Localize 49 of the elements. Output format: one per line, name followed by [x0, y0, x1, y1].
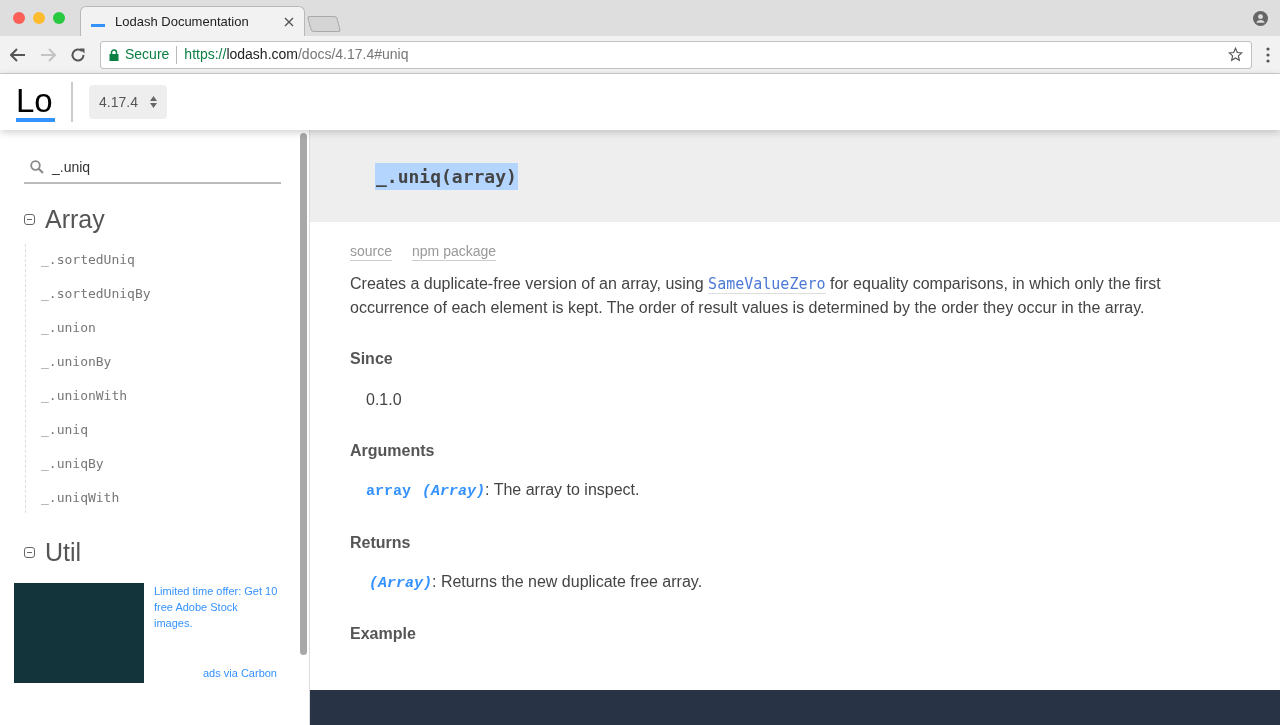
collapse-icon[interactable]: [24, 546, 35, 558]
version-select[interactable]: 4.17.4: [89, 85, 167, 119]
sidebar-link[interactable]: _.union: [41, 317, 295, 338]
section-heading: Returns: [350, 532, 412, 553]
back-icon[interactable]: [10, 47, 26, 62]
sidebar-link[interactable]: _.uniq: [41, 419, 295, 440]
sidebar-link[interactable]: _.unionWith: [41, 385, 295, 406]
star-icon[interactable]: [1228, 47, 1243, 62]
sidebar-link[interactable]: _.sortedUniq: [41, 249, 295, 270]
menu-icon[interactable]: [1266, 46, 1270, 63]
samevaluezero-link[interactable]: SameValueZero: [708, 275, 826, 294]
doc-link[interactable]: npm package: [412, 242, 497, 261]
sidebar-link[interactable]: _.sortedUniqBy: [41, 283, 295, 304]
url-text: https://lodash.com/docs/4.17.4#uniq: [184, 45, 410, 64]
close-icon[interactable]: [284, 16, 294, 27]
section-heading: Arguments: [350, 441, 436, 461]
search-field[interactable]: _.uniq: [24, 152, 281, 184]
category-heading[interactable]: Array: [45, 202, 105, 236]
section-heading: Example: [350, 624, 417, 644]
section-heading: Since: [350, 349, 394, 369]
scrollbar-thumb[interactable]: [300, 133, 307, 655]
tab-title: Lodash Documentation: [115, 12, 250, 31]
browser-tab[interactable]: Lodash Documentation: [80, 6, 305, 36]
ads-via-link[interactable]: ads via Carbon: [203, 664, 277, 681]
param-description: : Returns the new duplicate free array.: [432, 571, 703, 592]
sidebar-link[interactable]: _.uniqBy: [41, 453, 295, 474]
param-name: array: [366, 482, 411, 502]
description-paragraph: Creates a duplicate-free version of an array, using SameValueZero for equality comparisons, in which only the first occurrence of each element is kept. The order of result values is determined by the order they occur in the array.: [350, 274, 1162, 318]
signature-text: _.uniq(array): [375, 162, 518, 190]
category-heading[interactable]: Util: [45, 535, 82, 569]
sidebar-link[interactable]: _.uniqWith: [41, 487, 295, 508]
param-description: : The array to inspect.: [485, 480, 640, 500]
param-type: (Array): [422, 482, 486, 502]
reload-icon[interactable]: [70, 46, 86, 63]
profile-icon[interactable]: [1253, 11, 1268, 26]
secure-label: Secure: [125, 45, 170, 64]
version-text: 0.1.0: [366, 390, 403, 410]
sidebar-link[interactable]: _.unionBy: [41, 351, 295, 372]
logo[interactable]: Lo: [16, 82, 55, 122]
doc-link[interactable]: source: [350, 242, 393, 261]
close-window-icon[interactable]: [13, 12, 25, 24]
ad-text-link[interactable]: Limited time offer: Get 10 free Adobe Stock images.: [154, 583, 279, 631]
up-down-arrows-icon: [149, 96, 157, 108]
lock-icon: [109, 48, 119, 61]
search-icon: [30, 160, 44, 174]
favicon-icon: [91, 24, 105, 27]
collapse-icon[interactable]: [24, 213, 35, 225]
param-type: (Array): [369, 573, 432, 594]
address-bar[interactable]: Secure https://lodash.com/docs/4.17.4#uniq: [100, 40, 1252, 69]
